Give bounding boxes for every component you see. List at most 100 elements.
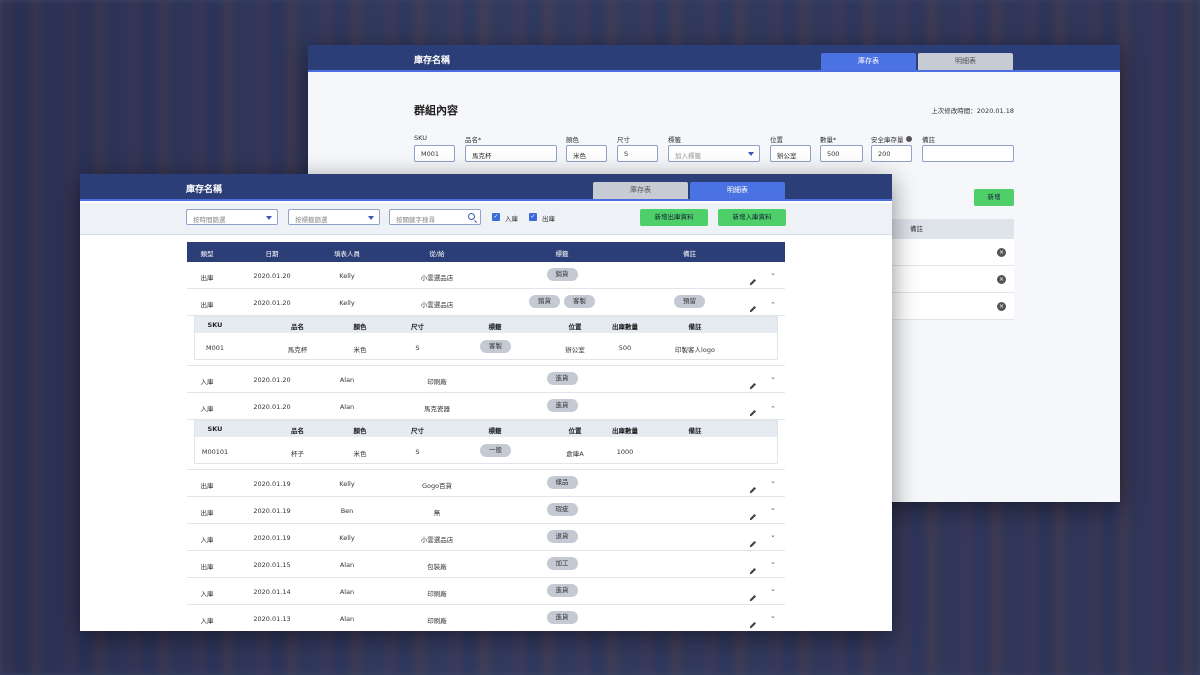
table-row[interactable]: 入庫 2020.01.14 Alan 印刷廠 進貨 ⌄ (187, 578, 785, 605)
chevron-down-icon[interactable]: ⌄ (770, 612, 776, 620)
col-person: 填表人員 (334, 250, 360, 258)
chevron-down-icon (748, 152, 754, 156)
quantity-field[interactable]: 500 (820, 145, 863, 162)
detail-col-header: 品名 (291, 323, 304, 331)
table-row: × (892, 266, 1014, 293)
row-person: Kelly (339, 272, 355, 280)
last-modified-text: 上次修改時間：2020.01.18 (931, 107, 1014, 115)
safety-stock-label: 安全庫存量 (871, 134, 912, 144)
tag-select[interactable]: 加入標籤 (668, 145, 760, 162)
add-button[interactable]: 新增 (974, 189, 1014, 206)
detail-col-header: 標籤 (488, 323, 502, 331)
detail-col-header: 尺寸 (411, 427, 424, 435)
chevron-down-icon[interactable]: ⌄ (770, 504, 776, 512)
table-row[interactable]: 出庫 2020.01.20 Kelly 小雲選品店 銷貨 ⌄ (187, 262, 785, 289)
name-field[interactable]: 馬克杯 (465, 145, 557, 162)
col-note: 備註 (683, 250, 696, 258)
records-table: 類型 日期 填表人員 從/給 標籤 備註 出庫 2020.01.20 Kelly 小雲… (187, 242, 785, 631)
table-row[interactable]: 出庫 2020.01.15 Alan 包裝廠 加工 ⌄ (187, 551, 785, 578)
tab-details[interactable]: 明細表 (690, 182, 785, 199)
chevron-down-icon[interactable]: ⌄ (770, 585, 776, 593)
detail-col-header: 備註 (688, 323, 702, 331)
row-party: 小雲選品店 (420, 274, 454, 282)
edit-icon[interactable] (749, 560, 757, 575)
remove-icon[interactable]: × (997, 275, 1006, 284)
table-row[interactable]: 入庫 2020.01.20 Alan 馬克瓷器 進貨 ⌃ (187, 393, 785, 420)
edit-icon[interactable] (749, 298, 757, 313)
chevron-down-icon[interactable]: ⌄ (770, 558, 776, 566)
edit-icon[interactable] (749, 614, 757, 629)
color-field[interactable]: 米色 (566, 145, 607, 162)
color-label: 顏色 (566, 136, 579, 144)
detail-cell: 辦公室 (565, 346, 585, 354)
location-field[interactable]: 辦公室 (770, 145, 811, 162)
row-person: Alan (339, 403, 355, 411)
remove-icon[interactable]: × (997, 248, 1006, 257)
search-icon[interactable] (468, 213, 475, 220)
row-type: 出庫 (200, 482, 214, 490)
titlebar: 庫存名稱 庫存表 明細表 (308, 45, 1120, 72)
chevron-up-icon[interactable]: ⌃ (770, 301, 776, 309)
row-person: Kelly (339, 480, 355, 488)
table-row[interactable]: 出庫 2020.01.20 Kelly 小雲選品店 銷貨 客製 預留 ⌃ (187, 289, 785, 316)
chevron-down-icon[interactable]: ⌄ (770, 269, 776, 277)
edit-icon[interactable] (749, 479, 757, 494)
sku-field[interactable]: M001 (414, 145, 455, 162)
edit-icon[interactable] (749, 533, 757, 548)
tag-filter-select[interactable]: 按標籤篩選 (288, 209, 380, 225)
tab-inventory[interactable]: 庫存表 (593, 182, 688, 199)
chevron-down-icon[interactable]: ⌄ (770, 531, 776, 539)
col-type: 類型 (200, 250, 214, 258)
row-type: 出庫 (200, 509, 214, 517)
chevron-up-icon[interactable]: ⌃ (770, 405, 776, 413)
table-row[interactable]: 入庫 2020.01.19 Kelly 小雲選品店 退貨 ⌄ (187, 524, 785, 551)
time-filter-select[interactable]: 按時間篩選 (186, 209, 278, 225)
checkbox-in[interactable]: ✓ (492, 213, 500, 221)
titlebar: 庫存名稱 庫存表 明細表 (80, 174, 892, 201)
tab-inventory[interactable]: 庫存表 (821, 53, 916, 70)
tag-pill: 樣品 (546, 476, 578, 489)
edit-icon[interactable] (749, 506, 757, 521)
keyword-search-input[interactable]: 按關鍵字搜尋 (389, 209, 481, 225)
note-pill: 預留 (674, 295, 705, 308)
tag-pill: 加工 (546, 557, 578, 570)
table-header: 類型 日期 填表人員 從/給 標籤 備註 (187, 242, 785, 262)
checkbox-out[interactable]: ✓ (529, 213, 537, 221)
tag-pill: 進貨 (546, 399, 578, 412)
row-person: Alan (339, 588, 355, 596)
info-icon (905, 136, 912, 142)
row-person: Alan (339, 376, 355, 384)
detail-cell: 500 (618, 344, 632, 352)
table-row[interactable]: 出庫 2020.01.19 Kelly Gogo百貨 樣品 ⌄ (187, 470, 785, 497)
detail-col-header: 尺寸 (411, 323, 424, 331)
table-row[interactable]: 入庫 2020.01.13 Alan 印刷廠 進貨 ⌄ (187, 605, 785, 631)
chevron-down-icon[interactable]: ⌄ (770, 477, 776, 485)
add-in-button[interactable]: 新增入庫資料 (718, 209, 786, 226)
table-row[interactable]: 入庫 2020.01.20 Alan 印刷廠 進貨 ⌄ (187, 366, 785, 393)
remove-icon[interactable]: × (997, 302, 1006, 311)
table-row: × (892, 293, 1014, 320)
detail-header: SKU 品名 顏色 尺寸 標籤 位置 出庫數量 備註 (195, 317, 777, 333)
row-date: 2020.01.19 (253, 507, 291, 515)
safety-stock-field[interactable]: 200 (871, 145, 912, 162)
row-party: 印刷廠 (427, 590, 447, 598)
size-field[interactable]: S (617, 145, 658, 162)
chevron-down-icon (368, 216, 374, 220)
tag-pill: 進貨 (546, 611, 578, 624)
detail-cell: 米色 (353, 346, 367, 354)
checkbox-out-label: 出庫 (542, 215, 555, 223)
table-row[interactable]: 出庫 2020.01.19 Ben 無 瑕疵 ⌄ (187, 497, 785, 524)
row-date: 2020.01.20 (253, 272, 291, 280)
table-row: × (892, 239, 1014, 266)
edit-icon[interactable] (749, 402, 757, 417)
detail-col-header: 品名 (291, 427, 304, 435)
row-person: Ben (340, 507, 354, 515)
detail-col-header: SKU (207, 321, 223, 329)
edit-icon[interactable] (749, 271, 757, 286)
edit-icon[interactable] (749, 587, 757, 602)
add-out-button[interactable]: 新增出庫資料 (640, 209, 708, 226)
chevron-down-icon[interactable]: ⌄ (770, 373, 776, 381)
edit-icon[interactable] (749, 375, 757, 390)
tab-details[interactable]: 明細表 (918, 53, 1013, 70)
note-field[interactable] (922, 145, 1014, 162)
